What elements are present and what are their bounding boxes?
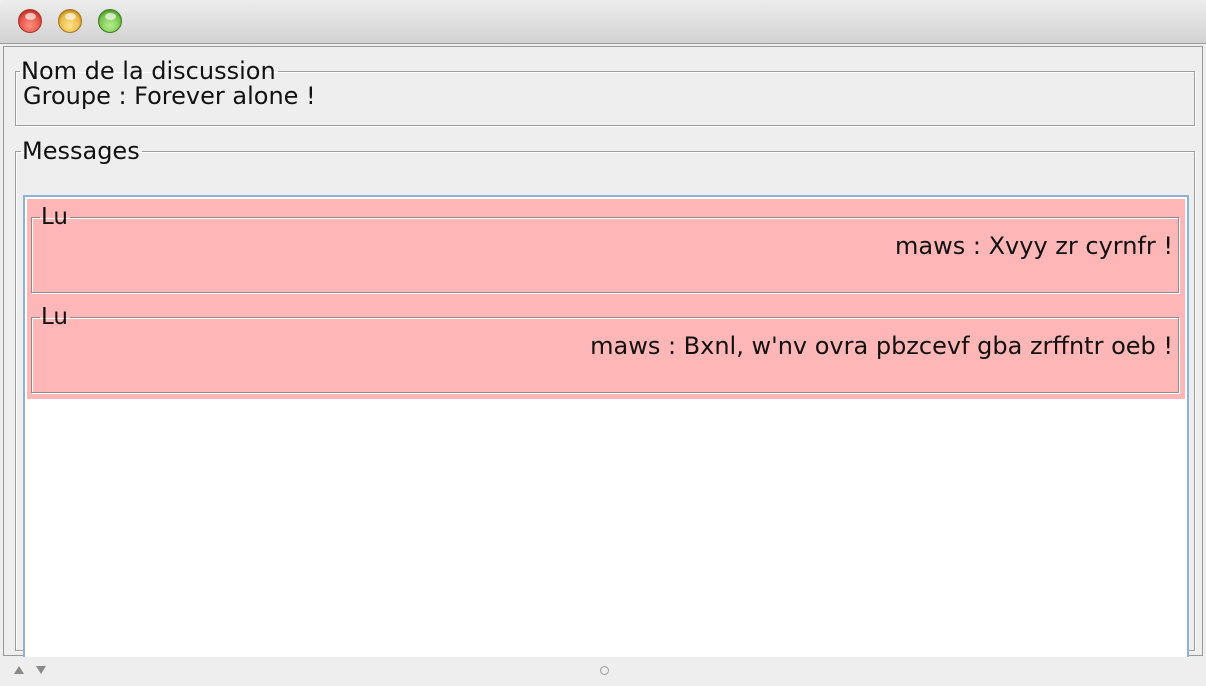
close-icon[interactable]	[18, 9, 42, 33]
message-stack: Lu maws : Xvyy zr cyrnfr ! Lu maws : Bxn…	[27, 199, 1185, 399]
discussion-name-group: Nom de la discussion Groupe : Forever al…	[15, 57, 1195, 126]
message-text: maws : Xvyy zr cyrnfr !	[895, 232, 1173, 260]
status-bar	[0, 657, 1206, 686]
chat-window: Nom de la discussion Groupe : Forever al…	[0, 0, 1206, 686]
maximize-icon[interactable]	[98, 9, 122, 33]
message-text: maws : Bxnl, w'nv ovra pbzcevf gba zrffn…	[590, 332, 1173, 360]
minimize-icon[interactable]	[58, 9, 82, 33]
discussion-name-legend: Nom de la discussion	[21, 57, 276, 85]
message-status: Lu	[41, 204, 68, 230]
messages-legend: Messages	[22, 137, 140, 165]
arrow-down-icon[interactable]	[36, 666, 46, 674]
message-item[interactable]: Lu maws : Xvyy zr cyrnfr !	[27, 199, 1185, 299]
message-status: Lu	[41, 304, 68, 330]
message-item[interactable]: Lu maws : Bxnl, w'nv ovra pbzcevf gba zr…	[27, 299, 1185, 399]
main-panel: Nom de la discussion Groupe : Forever al…	[3, 46, 1203, 674]
message-list[interactable]: Lu maws : Xvyy zr cyrnfr ! Lu maws : Bxn…	[23, 195, 1189, 674]
messages-group: Messages Lu maws : Xvyy zr cyrnfr ! Lu m…	[15, 137, 1195, 674]
title-bar[interactable]	[0, 0, 1206, 44]
resize-grip-icon[interactable]	[600, 666, 609, 675]
discussion-name: Groupe : Forever alone !	[23, 82, 316, 110]
arrow-up-icon[interactable]	[14, 666, 24, 674]
